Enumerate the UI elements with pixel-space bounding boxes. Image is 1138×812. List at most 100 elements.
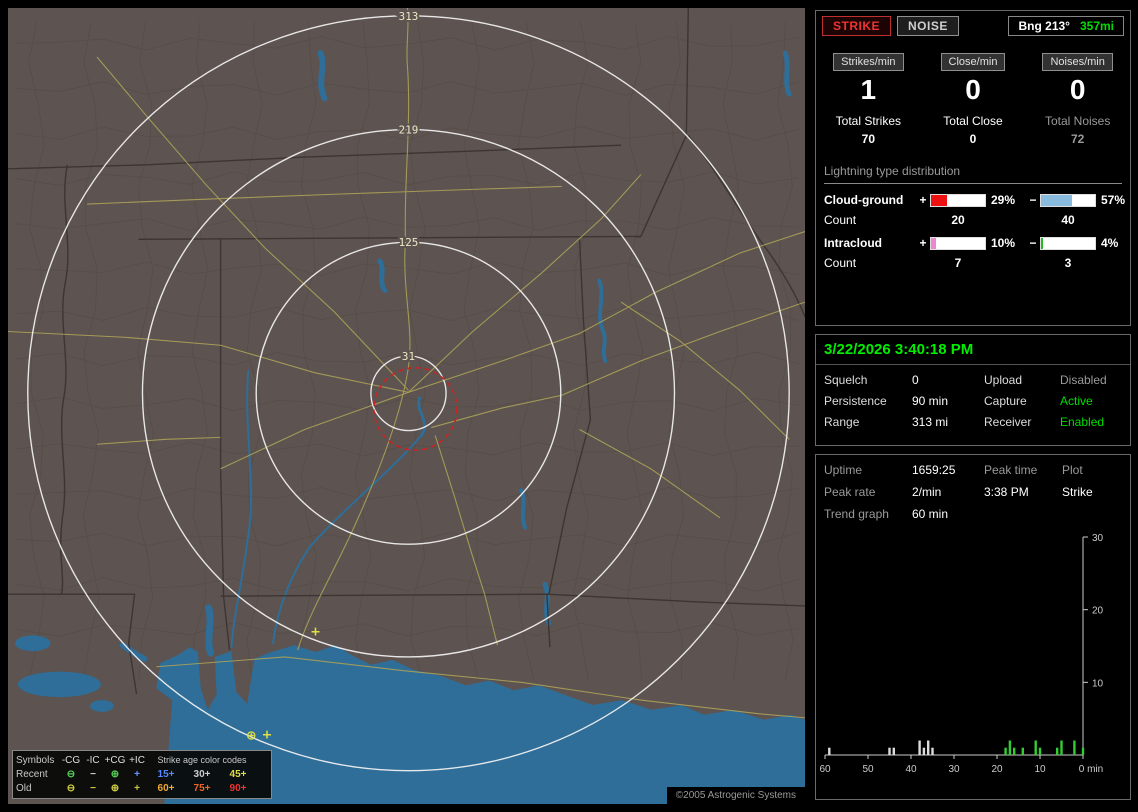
cg-plus-fill — [931, 194, 947, 206]
plus-cg-symbol: ⊕ — [110, 783, 120, 794]
intracloud-label: Intracloud — [824, 236, 883, 250]
cloud-ground-row: Cloud-ground + 29% − 57% — [816, 193, 1130, 207]
noises-per-min-value: 0 — [1069, 74, 1086, 105]
minus-cg-symbol: ⊖ — [66, 783, 76, 794]
cloud-ground-label: Cloud-ground — [824, 193, 904, 207]
total-close-label: Total Close — [943, 114, 1003, 128]
noise-mode-button[interactable]: NOISE — [897, 16, 959, 36]
trend-bar — [918, 740, 921, 755]
upload-label: Upload — [984, 373, 1023, 387]
intracloud-count-row: Count 7 3 — [816, 256, 1130, 270]
plus-ic-symbol: + — [134, 769, 140, 780]
receiver-status: Enabled — [1060, 415, 1105, 429]
trend-bar — [1013, 747, 1016, 755]
close-per-min-chip[interactable]: Close/min — [940, 53, 1006, 71]
squelch-label: Squelch — [824, 373, 868, 387]
count-label: Count — [824, 256, 857, 270]
strike-marker: ⊕ — [246, 728, 257, 743]
age-code: 30+ — [193, 769, 211, 780]
peak-rate-label: Peak rate — [824, 485, 876, 499]
minus-sign: − — [1029, 193, 1037, 207]
display-mode-toolbar: STRIKE NOISE Bng 213° 357mi — [816, 11, 1130, 36]
noises-per-min-chip[interactable]: Noises/min — [1042, 53, 1113, 71]
plot-value: Strike — [1062, 485, 1093, 499]
lake — [90, 700, 114, 712]
trend-label-row: Trend graph 60 min — [816, 499, 1130, 521]
trend-bar — [1038, 747, 1042, 755]
bearing-label: Bng 213° — [1018, 19, 1070, 33]
bearing-range: 357mi — [1079, 19, 1114, 33]
cg-plus-bar — [930, 193, 986, 207]
lake — [17, 671, 101, 698]
persistence-value: 90 min — [912, 394, 949, 408]
age-code: 75+ — [193, 783, 211, 794]
y-tick-label: 10 — [1092, 678, 1104, 689]
trend-bar — [892, 747, 895, 755]
peak-time-label: Peak time — [984, 463, 1038, 477]
legend-type-header: +CG — [104, 755, 126, 766]
settings-panel: 3/22/2026 3:40:18 PM Squelch 0 Upload Di… — [815, 334, 1131, 446]
datetime-display: 3/22/2026 3:40:18 PM — [816, 335, 1130, 365]
total-noises-label: Total Noises — [1044, 114, 1111, 128]
range-value: 313 mi — [912, 415, 949, 429]
cg-minus-fill — [1041, 194, 1072, 206]
trend-bar — [828, 747, 831, 755]
strike-stats-panel: STRIKE NOISE Bng 213° 357mi Strikes/min … — [815, 10, 1131, 326]
sidebar: STRIKE NOISE Bng 213° 357mi Strikes/min … — [815, 10, 1131, 800]
trend-bar — [1008, 740, 1012, 755]
trend-graph-range: 60 min — [912, 507, 949, 521]
x-tick-label: 50 — [862, 764, 874, 775]
legend-type-header: -CG — [61, 755, 81, 766]
trend-bar — [927, 740, 930, 755]
y-tick-label: 20 — [1092, 606, 1104, 617]
cg-plus-pct: 29% — [991, 193, 1016, 207]
receiver-label: Receiver — [984, 415, 1032, 429]
x-tick-label: 0 min — [1079, 764, 1103, 775]
ic-minus-pct: 4% — [1101, 236, 1119, 250]
map-canvas[interactable]: 313 219 125 31 + + ⊕ Symbols -CG -IC +CG +IC Strike… — [8, 8, 805, 804]
legend-row-label: Recent — [16, 769, 48, 780]
trend-bar — [922, 747, 926, 755]
capture-label: Capture — [984, 394, 1027, 408]
cg-plus-count: 20 — [951, 213, 965, 227]
total-noises-value: 72 — [1070, 132, 1085, 146]
intracloud-row: Intracloud + 10% − 4% — [816, 236, 1130, 250]
plus-sign: + — [919, 193, 927, 207]
uptime-label: Uptime — [824, 463, 863, 477]
strikes-per-min-value: 1 — [860, 74, 877, 105]
cg-minus-bar — [1040, 193, 1096, 207]
trend-graph-svg: 10 20 30 60 50 40 30 20 10 0 min — [819, 533, 1104, 775]
uptime-grid: Uptime 1659:25 Peak time Plot Peak rate … — [816, 455, 1130, 499]
range-ring-label: 219 — [399, 124, 419, 137]
legend-header-row: Symbols -CG -IC +CG +IC Strike age color code… — [16, 753, 268, 768]
total-strikes-value: 70 — [861, 132, 875, 146]
strikes-per-min-chip[interactable]: Strikes/min — [833, 53, 904, 71]
plus-sign: + — [919, 236, 927, 250]
minus-cg-symbol: ⊖ — [66, 769, 76, 780]
ic-plus-count: 7 — [954, 256, 962, 270]
legend-type-header: +IC — [129, 755, 145, 766]
trend-bar — [1060, 740, 1063, 755]
strike-marker: + — [262, 727, 273, 742]
strike-mode-button[interactable]: STRIKE — [822, 16, 892, 36]
range-ring-label: 125 — [399, 236, 419, 249]
persistence-label: Persistence — [824, 394, 887, 408]
trend-panel: Uptime 1659:25 Peak time Plot Peak rate … — [815, 454, 1131, 800]
minus-ic-symbol: − — [90, 783, 96, 794]
ic-minus-fill — [1041, 237, 1044, 249]
capture-status: Active — [1060, 394, 1093, 408]
lake — [14, 635, 51, 652]
distribution-title: Lightning type distribution — [824, 164, 1122, 184]
chart-axes — [825, 537, 1084, 756]
bearing-readout: Bng 213° 357mi — [1008, 16, 1124, 36]
rate-header-row: Strikes/min Close/min Noises/min — [816, 52, 1130, 71]
trend-graph: 10 20 30 60 50 40 30 20 10 0 min — [816, 531, 1130, 783]
trend-bar — [1034, 740, 1037, 755]
cg-minus-pct: 57% — [1101, 193, 1126, 207]
range-ring-label: 31 — [402, 350, 415, 363]
close-per-min-value: 0 — [965, 74, 981, 105]
plus-cg-symbol: ⊕ — [110, 769, 120, 780]
plot-label: Plot — [1062, 463, 1083, 477]
strike-marker: + — [310, 624, 321, 639]
range-ring-label: 313 — [399, 10, 419, 23]
